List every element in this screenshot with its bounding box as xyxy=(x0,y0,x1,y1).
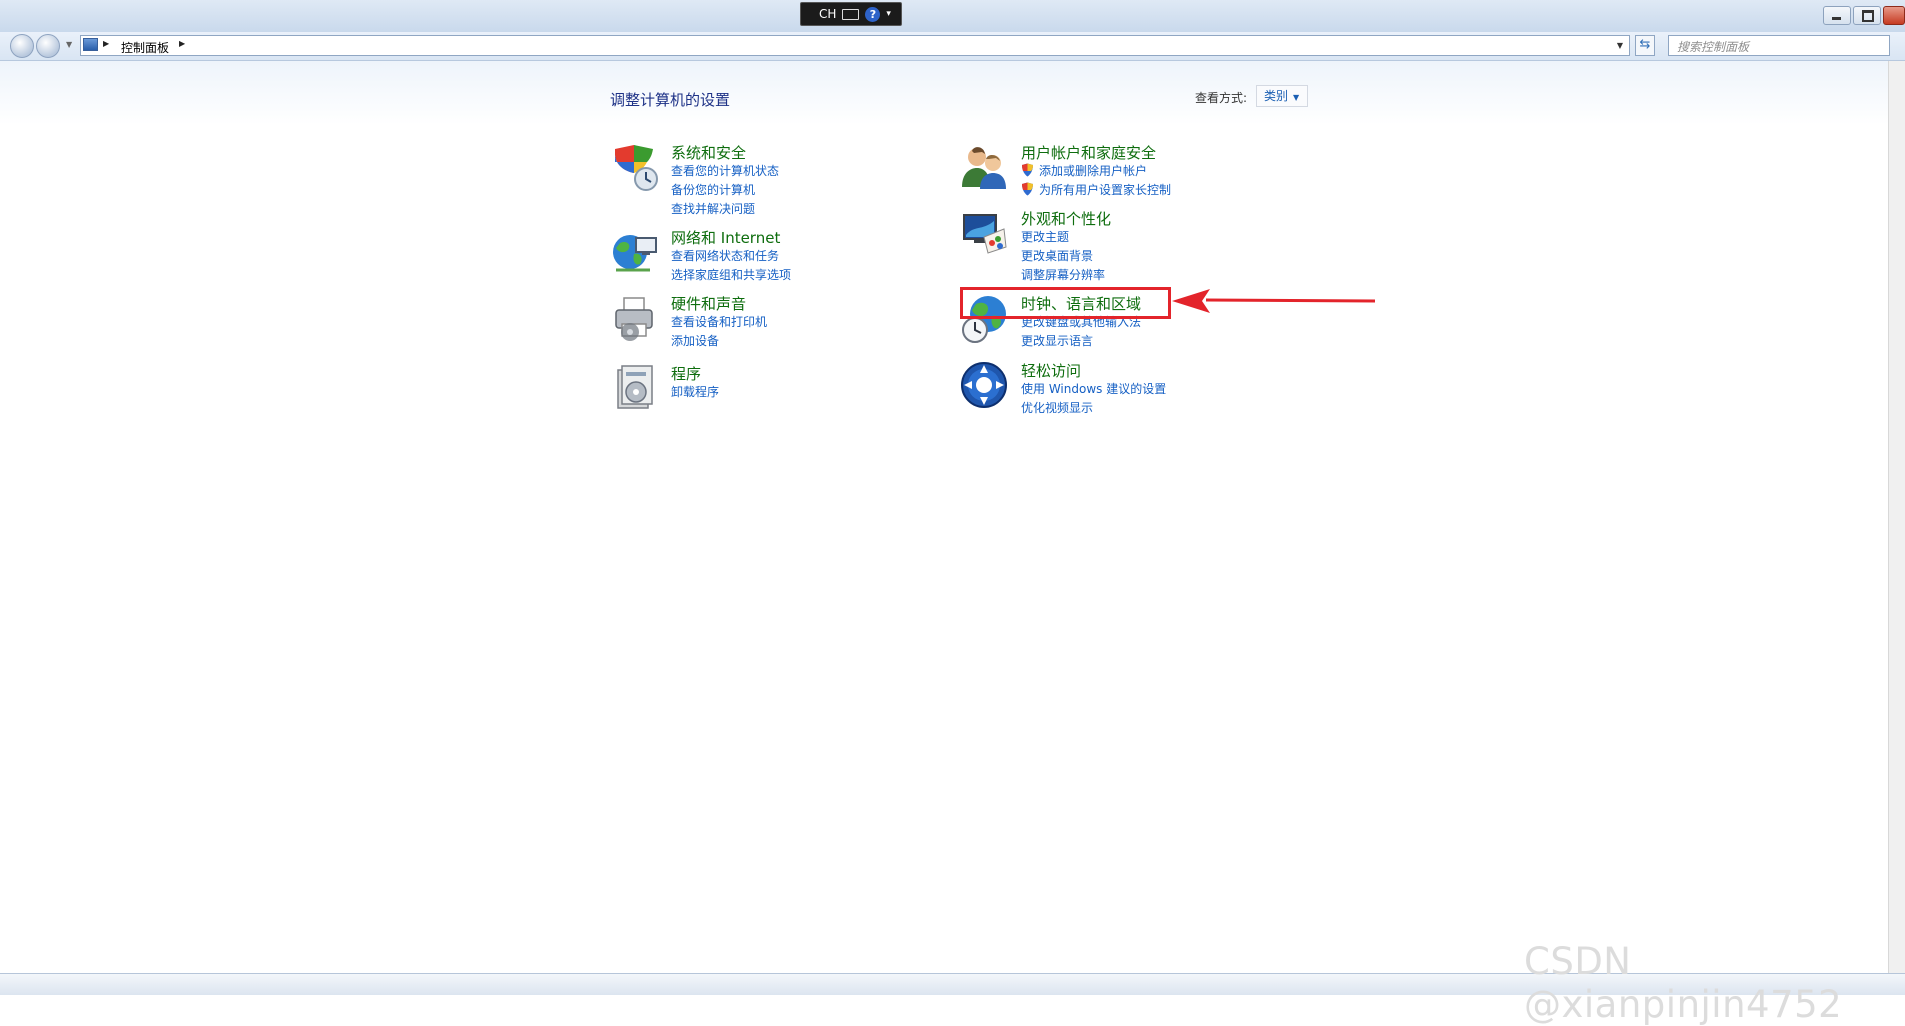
uac-shield-icon xyxy=(1022,163,1033,177)
content-header-gradient xyxy=(0,61,1888,125)
maximize-button[interactable] xyxy=(1853,6,1881,25)
forward-button[interactable] xyxy=(36,34,60,58)
category-title[interactable]: 系统和安全 xyxy=(671,142,746,163)
category-link[interactable]: 查找并解决问题 xyxy=(671,200,755,217)
page-title: 调整计算机的设置 xyxy=(610,91,731,109)
chevron-down-icon[interactable]: ▼ xyxy=(1293,93,1299,102)
category-link[interactable]: 更改显示语言 xyxy=(1021,332,1093,349)
users-icon[interactable] xyxy=(960,143,1010,193)
ease-of-access-icon[interactable] xyxy=(960,361,1010,411)
category-link[interactable]: 添加设备 xyxy=(671,332,719,349)
category-title[interactable]: 程序 xyxy=(671,363,701,384)
category-link[interactable]: 备份您的计算机 xyxy=(671,181,755,198)
back-button[interactable] xyxy=(10,34,34,58)
category-link[interactable]: 使用 Windows 建议的设置 xyxy=(1021,380,1166,397)
keyboard-icon[interactable] xyxy=(842,8,860,20)
category-link[interactable]: 更改主题 xyxy=(1021,228,1069,245)
breadcrumb-chevron-icon[interactable]: ▶ xyxy=(179,39,185,48)
uac-shield-icon xyxy=(1022,182,1033,196)
ime-language-bar[interactable]: CH ? ▾ xyxy=(800,2,902,26)
view-by-value[interactable]: 类别 xyxy=(1264,89,1288,103)
window-controls xyxy=(1823,6,1905,25)
maximize-icon xyxy=(1862,10,1874,22)
network-globe-icon[interactable] xyxy=(610,228,660,278)
category-title[interactable]: 用户帐户和家庭安全 xyxy=(1021,142,1156,163)
minimize-button[interactable] xyxy=(1823,6,1851,25)
view-by-label: 查看方式: xyxy=(1195,91,1248,105)
category-link[interactable]: 优化视频显示 xyxy=(1021,399,1093,416)
help-icon[interactable]: ? xyxy=(865,6,881,22)
category-link[interactable]: 调整屏幕分辨率 xyxy=(1021,266,1105,283)
search-box[interactable]: 搜索控制面板 xyxy=(1668,35,1890,56)
category-link[interactable]: 查看您的计算机状态 xyxy=(671,162,779,179)
address-bar[interactable]: ▶ 控制面板 ▶ ▼ xyxy=(80,35,1630,56)
watermark-text: CSDN @xianpinjin4752 xyxy=(1524,940,1843,1026)
category-link[interactable]: 查看设备和打印机 xyxy=(671,313,767,330)
category-link[interactable]: 选择家庭组和共享选项 xyxy=(671,266,791,283)
recent-pages-chevron-icon[interactable]: ▼ xyxy=(66,40,72,49)
annotation-arrow-icon xyxy=(1172,289,1376,313)
security-shield-icon[interactable] xyxy=(610,143,660,193)
refresh-button[interactable]: ⇆ xyxy=(1635,35,1655,56)
category-title[interactable]: 硬件和声音 xyxy=(671,293,746,314)
address-dropdown-icon[interactable]: ▼ xyxy=(1617,41,1623,50)
control-panel-icon xyxy=(83,38,98,51)
category-title[interactable]: 外观和个性化 xyxy=(1021,208,1111,229)
view-by-dropdown[interactable]: 类别 ▼ xyxy=(1256,85,1308,107)
search-input[interactable]: 搜索控制面板 xyxy=(1677,38,1749,55)
ime-options-icon[interactable]: ▾ xyxy=(886,9,891,19)
programs-icon[interactable] xyxy=(610,364,660,414)
category-title[interactable]: 轻松访问 xyxy=(1021,360,1081,381)
category-title[interactable]: 网络和 Internet xyxy=(671,227,780,248)
category-link[interactable]: 查看网络状态和任务 xyxy=(671,247,779,264)
category-link[interactable]: 添加或删除用户帐户 xyxy=(1039,162,1147,179)
content-pane: 调整计算机的设置 查看方式: 类别 ▼ 系统和安全 查看您的计算机状态 备份您的计… xyxy=(0,61,1888,973)
scrollbar-track[interactable] xyxy=(1888,61,1905,973)
breadcrumb-chevron-icon[interactable]: ▶ xyxy=(103,39,109,48)
ime-language-label[interactable]: CH xyxy=(819,7,836,21)
category-link[interactable]: 为所有用户设置家长控制 xyxy=(1039,181,1171,198)
close-button[interactable] xyxy=(1883,6,1905,25)
category-link[interactable]: 更改桌面背景 xyxy=(1021,247,1093,264)
breadcrumb-control-panel[interactable]: 控制面板 xyxy=(121,39,169,56)
appearance-icon[interactable] xyxy=(960,209,1010,259)
minimize-icon xyxy=(1832,17,1841,20)
window-title-bar: CH ? ▾ xyxy=(0,0,1905,33)
navigation-bar: ▼ ▶ 控制面板 ▶ ▼ ⇆ 搜索控制面板 xyxy=(0,32,1905,61)
annotation-highlight-box xyxy=(960,287,1171,319)
printer-icon[interactable] xyxy=(610,294,660,344)
category-link[interactable]: 卸载程序 xyxy=(671,383,719,400)
